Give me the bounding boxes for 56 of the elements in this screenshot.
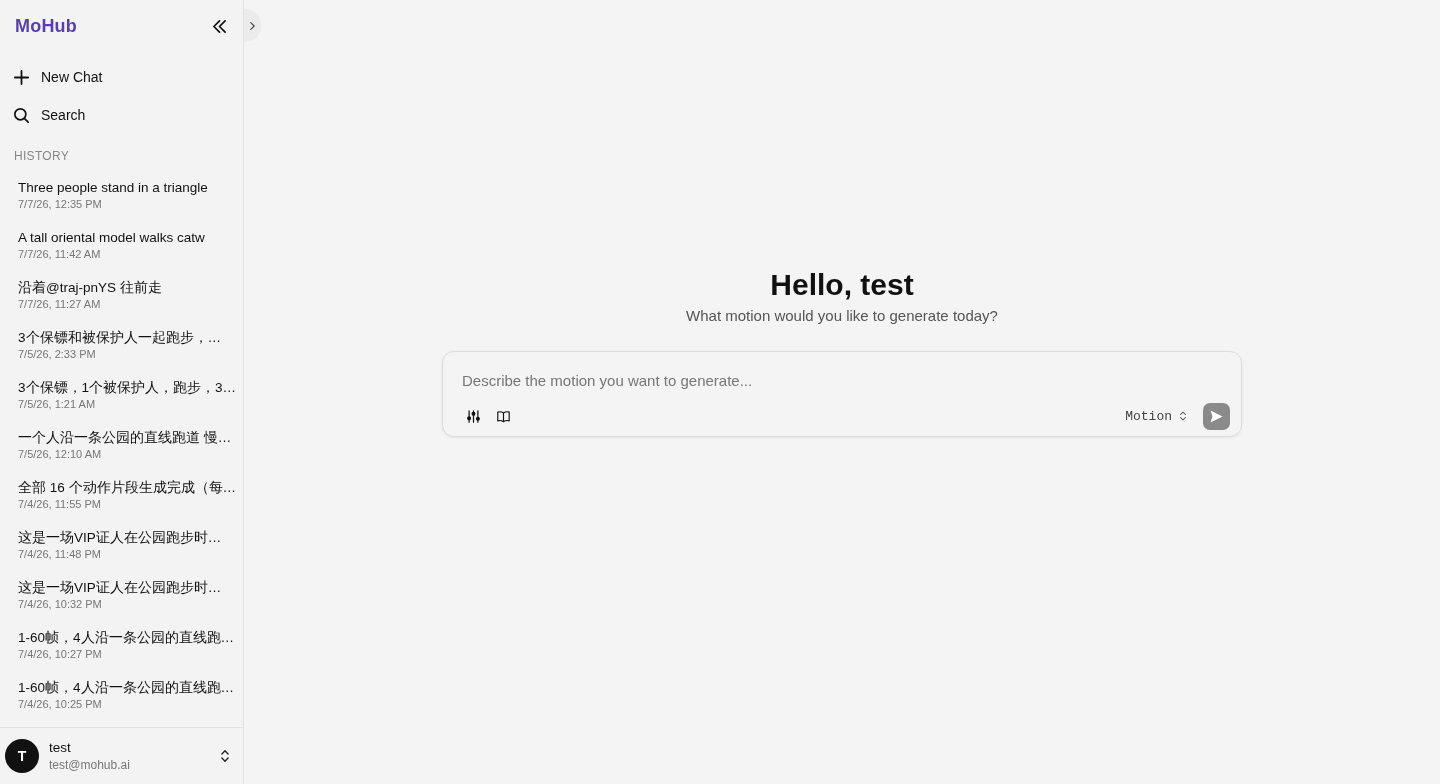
history-item[interactable]: Three people stand in a triangle 7/7/26, 12:35 PM bbox=[0, 177, 243, 227]
chat-title: 一个人沿一条公园的直线跑道 慢… bbox=[18, 429, 232, 447]
chat-title: 这是一场VIP证人在公园跑步时… bbox=[18, 529, 222, 547]
collapse-sidebar-button[interactable] bbox=[213, 19, 226, 33]
chat-timestamp: 7/4/26, 10:32 PM bbox=[18, 597, 102, 612]
chat-timestamp: 7/5/26, 12:10 AM bbox=[18, 447, 102, 462]
chat-timestamp: 7/7/26, 11:27 AM bbox=[18, 297, 101, 312]
chat-title: 全部 16 个动作片段生成完成（每… bbox=[18, 479, 237, 497]
search-icon bbox=[14, 107, 29, 123]
chat-title: 沿着@traj-pnYS 往前走 bbox=[18, 279, 162, 297]
up-down-chevron-icon bbox=[221, 750, 229, 762]
plus-icon bbox=[14, 69, 29, 85]
history-item[interactable]: 1-60帧，4人沿一条公园的直线跑… 7/4/26, 10:25 PM bbox=[0, 677, 243, 727]
greeting-heading: Hello, test bbox=[770, 267, 914, 303]
logo[interactable]: MoHub bbox=[15, 15, 77, 37]
account-menu-button[interactable] bbox=[221, 750, 229, 762]
chat-title: Three people stand in a triangle bbox=[18, 179, 208, 197]
expand-sidebar-button[interactable] bbox=[244, 9, 261, 42]
double-chevron-left-icon bbox=[213, 19, 226, 33]
history-item[interactable]: 这是一场VIP证人在公园跑步时… 7/4/26, 11:48 PM bbox=[0, 527, 243, 577]
send-icon bbox=[1210, 409, 1223, 423]
chat-timestamp: 7/4/26, 11:48 PM bbox=[18, 547, 101, 562]
search-button[interactable]: Search bbox=[0, 96, 243, 134]
chat-title: 1-60帧，4人沿一条公园的直线跑… bbox=[18, 629, 235, 647]
chat-title: A tall oriental model walks catw bbox=[18, 229, 205, 247]
new-chat-button[interactable]: New Chat bbox=[0, 58, 243, 96]
chat-title: 3个保镖和被保护人一起跑步，… bbox=[18, 329, 221, 347]
history-item[interactable]: 3个保镖和被保护人一起跑步，… 7/5/26, 2:33 PM bbox=[0, 327, 243, 377]
history-item[interactable]: A tall oriental model walks catw 7/7/26, 11:42 AM bbox=[0, 227, 243, 277]
chat-timestamp: 7/7/26, 11:42 AM bbox=[18, 247, 101, 262]
chat-timestamp: 7/4/26, 11:55 PM bbox=[18, 497, 101, 512]
user-email: test@mohub.ai bbox=[49, 757, 130, 773]
history-item[interactable]: 1-60帧，4人沿一条公园的直线跑… 7/4/26, 10:27 PM bbox=[0, 627, 243, 677]
history-item[interactable]: 全部 16 个动作片段生成完成（每… 7/4/26, 11:55 PM bbox=[0, 477, 243, 527]
avatar: T bbox=[5, 739, 39, 773]
chat-timestamp: 7/4/26, 10:27 PM bbox=[18, 647, 102, 662]
chevron-right-icon bbox=[250, 21, 255, 30]
chat-timestamp: 7/7/26, 12:35 PM bbox=[18, 197, 102, 212]
prompt-input[interactable]: Describe the motion you want to generate... bbox=[461, 369, 1230, 391]
subtitle-text: What motion would you like to generate today? bbox=[686, 306, 998, 326]
chat-timestamp: 7/5/26, 2:33 PM bbox=[18, 347, 96, 362]
chat-title: 1-60帧，4人沿一条公园的直线跑… bbox=[18, 679, 235, 697]
chat-timestamp: 7/4/26, 10:25 PM bbox=[18, 697, 102, 712]
history-item[interactable]: 3个保镖，1个被保护人，跑步，3… 7/5/26, 1:21 AM bbox=[0, 377, 243, 427]
user-name: test bbox=[49, 739, 71, 757]
section-heading: HISTORY bbox=[13, 147, 70, 165]
up-down-chevron-icon bbox=[1180, 411, 1186, 421]
chat-title: 这是一场VIP证人在公园跑步时… bbox=[18, 579, 222, 597]
chat-timestamp: 7/5/26, 1:21 AM bbox=[18, 397, 96, 412]
sliders-icon bbox=[466, 409, 480, 423]
chat-title: 3个保镖，1个被保护人，跑步，3… bbox=[18, 379, 237, 397]
mode-select[interactable]: Motion bbox=[1125, 408, 1186, 424]
book-icon bbox=[496, 409, 510, 423]
history-item[interactable]: 这是一场VIP证人在公园跑步时… 7/4/26, 10:32 PM bbox=[0, 577, 243, 627]
history-item[interactable]: 一个人沿一条公园的直线跑道 慢… 7/5/26, 12:10 AM bbox=[0, 427, 243, 477]
history-item[interactable]: 沿着@traj-pnYS 往前走 7/7/26, 11:27 AM bbox=[0, 277, 243, 327]
